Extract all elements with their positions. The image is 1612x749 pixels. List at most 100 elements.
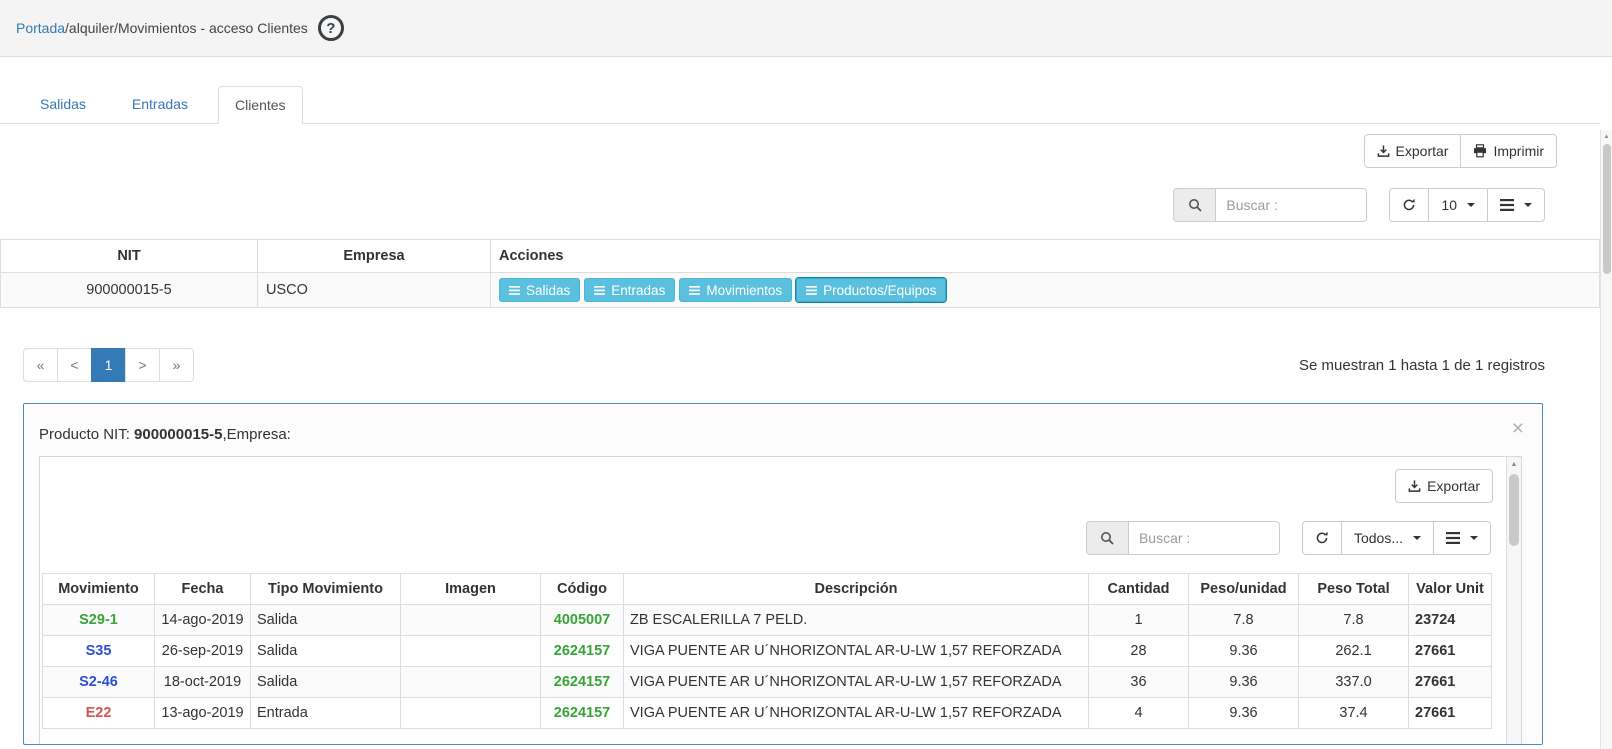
column-header-codigo[interactable]: Código	[541, 574, 624, 605]
column-header-fecha[interactable]: Fecha	[155, 574, 251, 605]
cell-codigo[interactable]: 2624157	[541, 667, 624, 698]
pagination-page-1-button[interactable]: 1	[91, 348, 126, 382]
menu-icon	[594, 286, 605, 295]
tab-entradas[interactable]: Entradas	[116, 86, 204, 124]
breadcrumb: Portada/alquiler/Movimientos - acceso Cl…	[16, 20, 308, 36]
action-entradas-button[interactable]: Entradas	[584, 278, 675, 302]
cell-descripcion: VIGA PUENTE AR U´NHORIZONTAL AR-U-LW 1,5…	[624, 636, 1089, 667]
panel-table-controls-group: Todos...	[1302, 521, 1491, 555]
cell-peso-total: 262.1	[1299, 636, 1409, 667]
cell-nit: 900000015-5	[1, 273, 258, 308]
cell-cantidad: 1	[1089, 605, 1189, 636]
cell-fecha: 14-ago-2019	[155, 605, 251, 636]
action-productos-equipos-button[interactable]: Productos/Equipos	[796, 278, 946, 302]
panel-title: Producto NIT: 900000015-5,Empresa:	[39, 426, 1522, 443]
cell-movimiento[interactable]: S29-1	[43, 605, 155, 636]
search-button[interactable]	[1173, 188, 1215, 222]
tab-salidas[interactable]: Salidas	[24, 86, 102, 124]
column-header-movimiento[interactable]: Movimiento	[43, 574, 155, 605]
tab-bar: Salidas Entradas Clientes	[0, 86, 1600, 124]
clients-table: NIT Empresa Acciones 900000015-5 USCO Sa…	[0, 239, 1600, 308]
caret-down-icon	[1413, 536, 1421, 540]
cell-peso-unidad: 9.36	[1189, 698, 1299, 729]
printer-icon	[1473, 144, 1487, 158]
pagination-last-button[interactable]: »	[159, 348, 194, 382]
action-salidas-button[interactable]: Salidas	[499, 278, 580, 302]
cell-movimiento[interactable]: E22	[43, 698, 155, 729]
search-icon	[1100, 531, 1114, 545]
cell-valor-unit: 27661	[1409, 698, 1492, 729]
results-info: Se muestran 1 hasta 1 de 1 registros	[1299, 357, 1545, 374]
caret-down-icon	[1467, 203, 1475, 207]
panel-refresh-button[interactable]	[1302, 521, 1342, 555]
column-header-cantidad[interactable]: Cantidad	[1089, 574, 1189, 605]
breadcrumb-home-link[interactable]: Portada	[16, 20, 65, 36]
cell-movimiento[interactable]: S2-46	[43, 667, 155, 698]
panel-search-group	[1086, 521, 1280, 555]
export-button[interactable]: Exportar	[1364, 134, 1462, 168]
scroll-up-icon[interactable]: ▲	[1507, 457, 1521, 472]
close-icon[interactable]: ×	[1512, 418, 1524, 439]
panel-search-input[interactable]	[1128, 521, 1280, 555]
cell-cantidad: 28	[1089, 636, 1189, 667]
tab-clientes[interactable]: Clientes	[218, 86, 303, 124]
refresh-icon	[1402, 198, 1416, 212]
column-header-peso-unidad[interactable]: Peso/unidad	[1189, 574, 1299, 605]
column-header-valor-unit[interactable]: Valor Unit	[1409, 574, 1492, 605]
search-group	[1173, 188, 1367, 222]
scroll-up-icon[interactable]: ▲	[1601, 130, 1612, 143]
movement-row: S29-1 14-ago-2019 Salida 4005007 ZB ESCA…	[43, 605, 1492, 636]
column-header-peso-total[interactable]: Peso Total	[1299, 574, 1409, 605]
pagination-first-button[interactable]: «	[23, 348, 58, 382]
cell-peso-total: 7.8	[1299, 605, 1409, 636]
cell-imagen	[401, 636, 541, 667]
cell-descripcion: VIGA PUENTE AR U´NHORIZONTAL AR-U-LW 1,5…	[624, 698, 1089, 729]
page-scrollbar[interactable]: ▲	[1600, 130, 1612, 749]
movement-row: S2-46 18-oct-2019 Salida 2624157 VIGA PU…	[43, 667, 1492, 698]
panel-search-button[interactable]	[1086, 521, 1128, 555]
cell-fecha: 13-ago-2019	[155, 698, 251, 729]
help-icon[interactable]: ?	[318, 15, 344, 41]
page-scrollbar-thumb[interactable]	[1603, 144, 1611, 274]
cell-descripcion: VIGA PUENTE AR U´NHORIZONTAL AR-U-LW 1,5…	[624, 667, 1089, 698]
action-movimientos-button[interactable]: Movimientos	[679, 278, 792, 302]
panel-columns-dropdown[interactable]	[1433, 521, 1491, 555]
caret-down-icon	[1470, 536, 1478, 540]
column-header-descripcion[interactable]: Descripción	[624, 574, 1089, 605]
panel-page-size-dropdown[interactable]: Todos...	[1341, 521, 1434, 555]
page-size-dropdown[interactable]: 10	[1428, 188, 1488, 222]
columns-icon	[1446, 532, 1460, 544]
cell-imagen	[401, 667, 541, 698]
cell-movimiento[interactable]: S35	[43, 636, 155, 667]
cell-codigo[interactable]: 2624157	[541, 698, 624, 729]
panel-title-nit: 900000015-5	[134, 426, 222, 443]
panel-scrollbar[interactable]: ▲	[1506, 457, 1521, 744]
columns-dropdown[interactable]	[1487, 188, 1545, 222]
cell-valor-unit: 27661	[1409, 636, 1492, 667]
cell-peso-unidad: 9.36	[1189, 667, 1299, 698]
cell-tipo-movimiento: Salida	[251, 605, 401, 636]
column-header-acciones[interactable]: Acciones	[491, 240, 1600, 273]
refresh-button[interactable]	[1389, 188, 1429, 222]
panel-export-button[interactable]: Exportar	[1395, 469, 1493, 503]
column-header-empresa[interactable]: Empresa	[258, 240, 491, 273]
cell-tipo-movimiento: Entrada	[251, 698, 401, 729]
pagination-prev-button[interactable]: <	[57, 348, 92, 382]
pagination: « < 1 > »	[23, 348, 194, 382]
menu-icon	[689, 286, 700, 295]
column-header-tipo-movimiento[interactable]: Tipo Movimiento	[251, 574, 401, 605]
pagination-next-button[interactable]: >	[125, 348, 160, 382]
panel-scrollbar-thumb[interactable]	[1509, 474, 1519, 546]
column-header-nit[interactable]: NIT	[1, 240, 258, 273]
cell-codigo[interactable]: 4005007	[541, 605, 624, 636]
cell-empresa: USCO	[258, 273, 491, 308]
table-controls-group: 10	[1389, 188, 1545, 222]
print-button[interactable]: Imprimir	[1460, 134, 1557, 168]
search-icon	[1188, 198, 1202, 212]
cell-peso-unidad: 9.36	[1189, 636, 1299, 667]
refresh-icon	[1315, 531, 1329, 545]
column-header-imagen[interactable]: Imagen	[401, 574, 541, 605]
export-icon	[1408, 479, 1421, 493]
cell-codigo[interactable]: 2624157	[541, 636, 624, 667]
search-input[interactable]	[1215, 188, 1367, 222]
